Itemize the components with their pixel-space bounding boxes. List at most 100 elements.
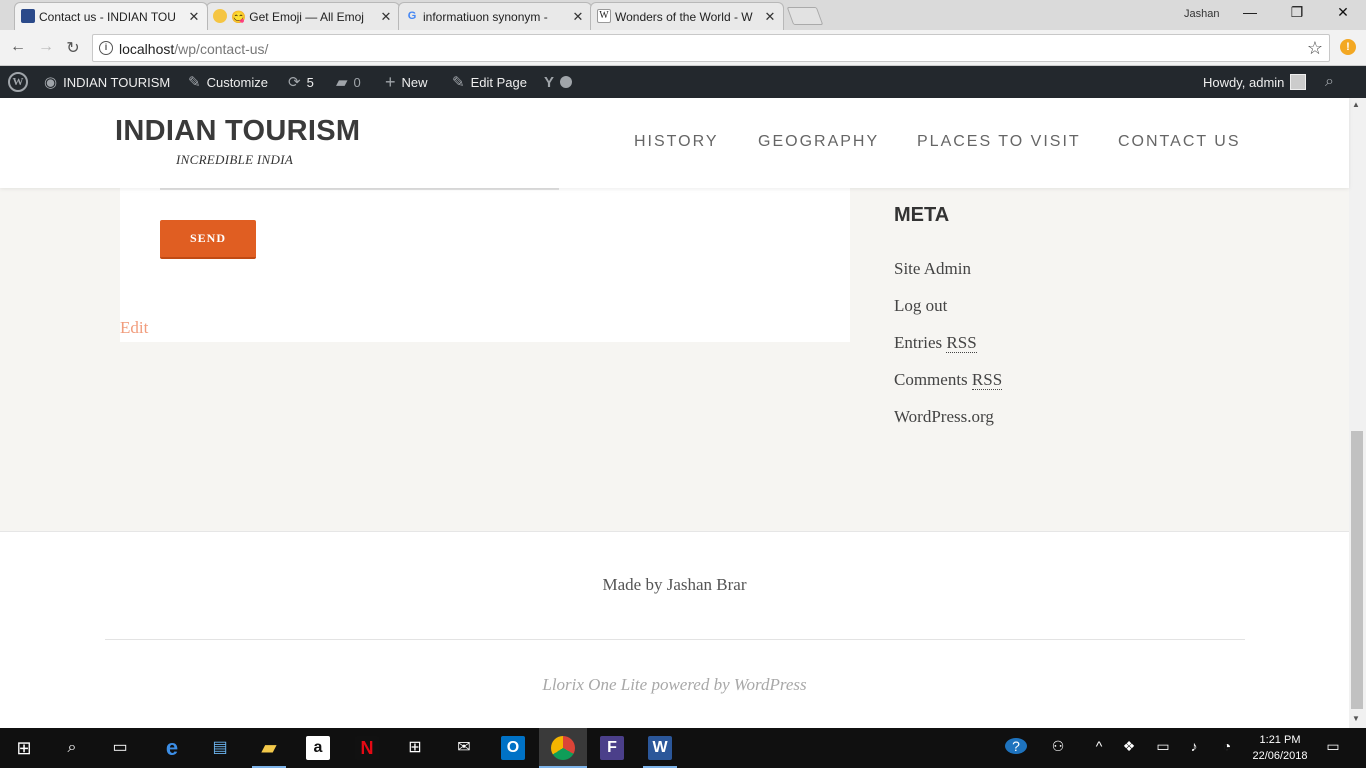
admin-search[interactable]: ⌕ (1325, 66, 1334, 98)
plus-icon: + (385, 71, 396, 92)
outlook-icon[interactable]: O (501, 736, 525, 760)
battery-icon[interactable]: ▭ (1152, 738, 1174, 755)
info-icon[interactable]: i (99, 41, 113, 55)
alert-icon[interactable]: ! (1340, 39, 1356, 55)
people-icon[interactable]: ⚇ (1047, 738, 1069, 755)
close-tab-icon[interactable]: ✕ (379, 9, 393, 25)
close-tab-icon[interactable]: ✕ (763, 9, 777, 25)
new-tab-button[interactable] (786, 7, 824, 25)
menu-item-places-to-visit[interactable]: PLACES TO VISIT (917, 133, 1081, 151)
howdy-label: Howdy, admin (1203, 74, 1285, 90)
comments-count: 0 (353, 74, 361, 90)
wordpress-menu[interactable]: W (8, 66, 28, 98)
restore-icon[interactable]: ❐ (1287, 4, 1307, 21)
scrollbar-thumb[interactable] (1351, 431, 1363, 709)
site-tagline: INCREDIBLE INDIA (176, 152, 294, 167)
page-scrollbar[interactable]: ▲ ▼ (1349, 98, 1366, 728)
browser-tab-strip: Contact us - INDIAN TOU ✕ 😋 Get Emoji — … (0, 0, 1366, 30)
tab-contact-us[interactable]: Contact us - INDIAN TOU ✕ (14, 2, 208, 30)
windows-start-icon[interactable]: ⊞ (12, 736, 36, 760)
customize-menu[interactable]: ✎ Customize (188, 66, 268, 98)
tab-google-search[interactable]: G informatiuon synonym - ✕ (398, 2, 592, 30)
this-pc-icon[interactable]: ▤ (208, 736, 232, 760)
tab-title: 😋 Get Emoji — All Emoj (231, 9, 364, 24)
log-out-link[interactable]: Log out (894, 296, 947, 316)
help-icon[interactable]: ? (1005, 738, 1027, 754)
account-menu[interactable]: Howdy, admin (1203, 66, 1307, 98)
wifi-icon[interactable]: ◔ (1216, 738, 1238, 754)
avatar (1290, 74, 1307, 90)
site-footer: Made by Jashan Brar Llorix One Lite powe… (0, 531, 1349, 728)
site-name-menu[interactable]: ◉ INDIAN TOURISM (44, 66, 170, 98)
site-title[interactable]: INDIAN TOURISM (115, 115, 360, 148)
site-favicon-icon (21, 9, 35, 23)
volume-icon[interactable]: ♪ (1183, 738, 1205, 754)
emoji-favicon-icon (213, 9, 227, 23)
yoast-icon: Y (544, 73, 555, 91)
scroll-up-icon[interactable]: ▲ (1352, 100, 1360, 109)
tab-title: Wonders of the World - W (615, 9, 753, 24)
dropbox-icon[interactable]: ❖ (1118, 738, 1140, 755)
minimize-icon[interactable]: — (1240, 4, 1260, 20)
new-label: New (401, 74, 428, 90)
url-text[interactable]: localhost/wp/contact-us/ (119, 41, 268, 57)
menu-item-contact-us[interactable]: CONTACT US (1118, 133, 1241, 151)
scroll-down-icon[interactable]: ▼ (1352, 714, 1360, 723)
new-content-menu[interactable]: + New (385, 66, 428, 98)
system-clock[interactable]: 1:21 PM 22/06/2018 (1240, 732, 1320, 764)
comment-bubble-icon: ▰ (336, 74, 348, 91)
clock-time: 1:21 PM (1259, 734, 1301, 746)
back-icon[interactable]: ← (8, 38, 28, 56)
amazon-icon[interactable]: a (306, 736, 330, 760)
message-field-bottom-edge[interactable] (160, 188, 559, 190)
tab-get-emoji[interactable]: 😋 Get Emoji — All Emoj ✕ (206, 2, 400, 30)
wp-admin-bar: W ◉ INDIAN TOURISM ✎ Customize ⟳ 5 ▰ 0 +… (0, 66, 1366, 98)
close-tab-icon[interactable]: ✕ (571, 9, 585, 25)
dashboard-icon: ◉ (44, 74, 58, 91)
tab-wonders-of-the-world[interactable]: W Wonders of the World - W ✕ (590, 2, 784, 30)
powered-by-link[interactable]: Llorix One Lite powered by WordPress (0, 675, 1349, 695)
customize-label: Customize (206, 74, 268, 90)
footer-credit: Made by Jashan Brar (602, 575, 747, 594)
updates-menu[interactable]: ⟳ 5 (288, 66, 314, 98)
menu-item-geography[interactable]: GEOGRAPHY (758, 133, 879, 151)
profile-name[interactable]: Jashan (1184, 8, 1219, 20)
close-window-icon[interactable]: ✕ (1333, 4, 1353, 21)
updates-icon: ⟳ (288, 74, 301, 91)
site-admin-link[interactable]: Site Admin (894, 259, 971, 279)
brush-icon: ✎ (188, 74, 201, 91)
close-tab-icon[interactable]: ✕ (187, 9, 201, 25)
edit-page-link[interactable]: Edit (120, 318, 148, 338)
bookmark-star-icon[interactable]: ☆ (1307, 38, 1323, 59)
search-icon: ⌕ (1325, 73, 1334, 90)
edit-page-menu[interactable]: ✎ Edit Page (452, 66, 527, 98)
wordpress-org-link[interactable]: WordPress.org (894, 407, 994, 427)
comments-rss-link[interactable]: Comments RSS (894, 370, 1003, 390)
netflix-icon[interactable]: N (355, 736, 379, 760)
chrome-icon[interactable] (551, 736, 575, 760)
seo-status-dot-icon (560, 76, 573, 88)
yoast-menu[interactable]: Y (544, 66, 573, 98)
mail-icon[interactable]: ✉ (452, 736, 476, 760)
search-icon[interactable]: ⌕ (60, 736, 84, 760)
entries-rss-link[interactable]: Entries RSS (894, 333, 977, 353)
tab-title: Contact us - INDIAN TOU (39, 9, 176, 24)
comments-menu[interactable]: ▰ 0 (336, 66, 361, 98)
fitbit-icon[interactable]: F (600, 736, 624, 760)
word-icon[interactable]: W (648, 736, 672, 760)
tab-title: informatiuon synonym - (423, 9, 548, 24)
reload-icon[interactable]: ↻ (63, 38, 83, 58)
show-hidden-icons-chevron-up-icon[interactable]: ^ (1088, 738, 1110, 754)
address-bar[interactable]: i localhost/wp/contact-us/ ☆ (92, 34, 1330, 62)
file-explorer-icon[interactable]: ▰ (257, 736, 281, 760)
wordpress-logo-icon: W (8, 72, 28, 92)
menu-item-history[interactable]: HISTORY (634, 133, 719, 151)
task-view-icon[interactable]: ▭ (108, 736, 132, 760)
edge-browser-icon[interactable]: e (160, 736, 184, 760)
store-icon[interactable]: ⊞ (403, 736, 427, 760)
contact-form-card (120, 188, 850, 342)
send-button[interactable]: SEND (160, 220, 256, 259)
forward-icon[interactable]: → (36, 38, 56, 56)
action-center-icon[interactable]: ▭ (1322, 738, 1344, 755)
windows-taskbar: ⊞ ⌕ ▭ e ▤ ▰ a N ⊞ ✉ O F W ? ⚇ ^ ❖ ▭ ♪ ◔ … (0, 728, 1366, 768)
